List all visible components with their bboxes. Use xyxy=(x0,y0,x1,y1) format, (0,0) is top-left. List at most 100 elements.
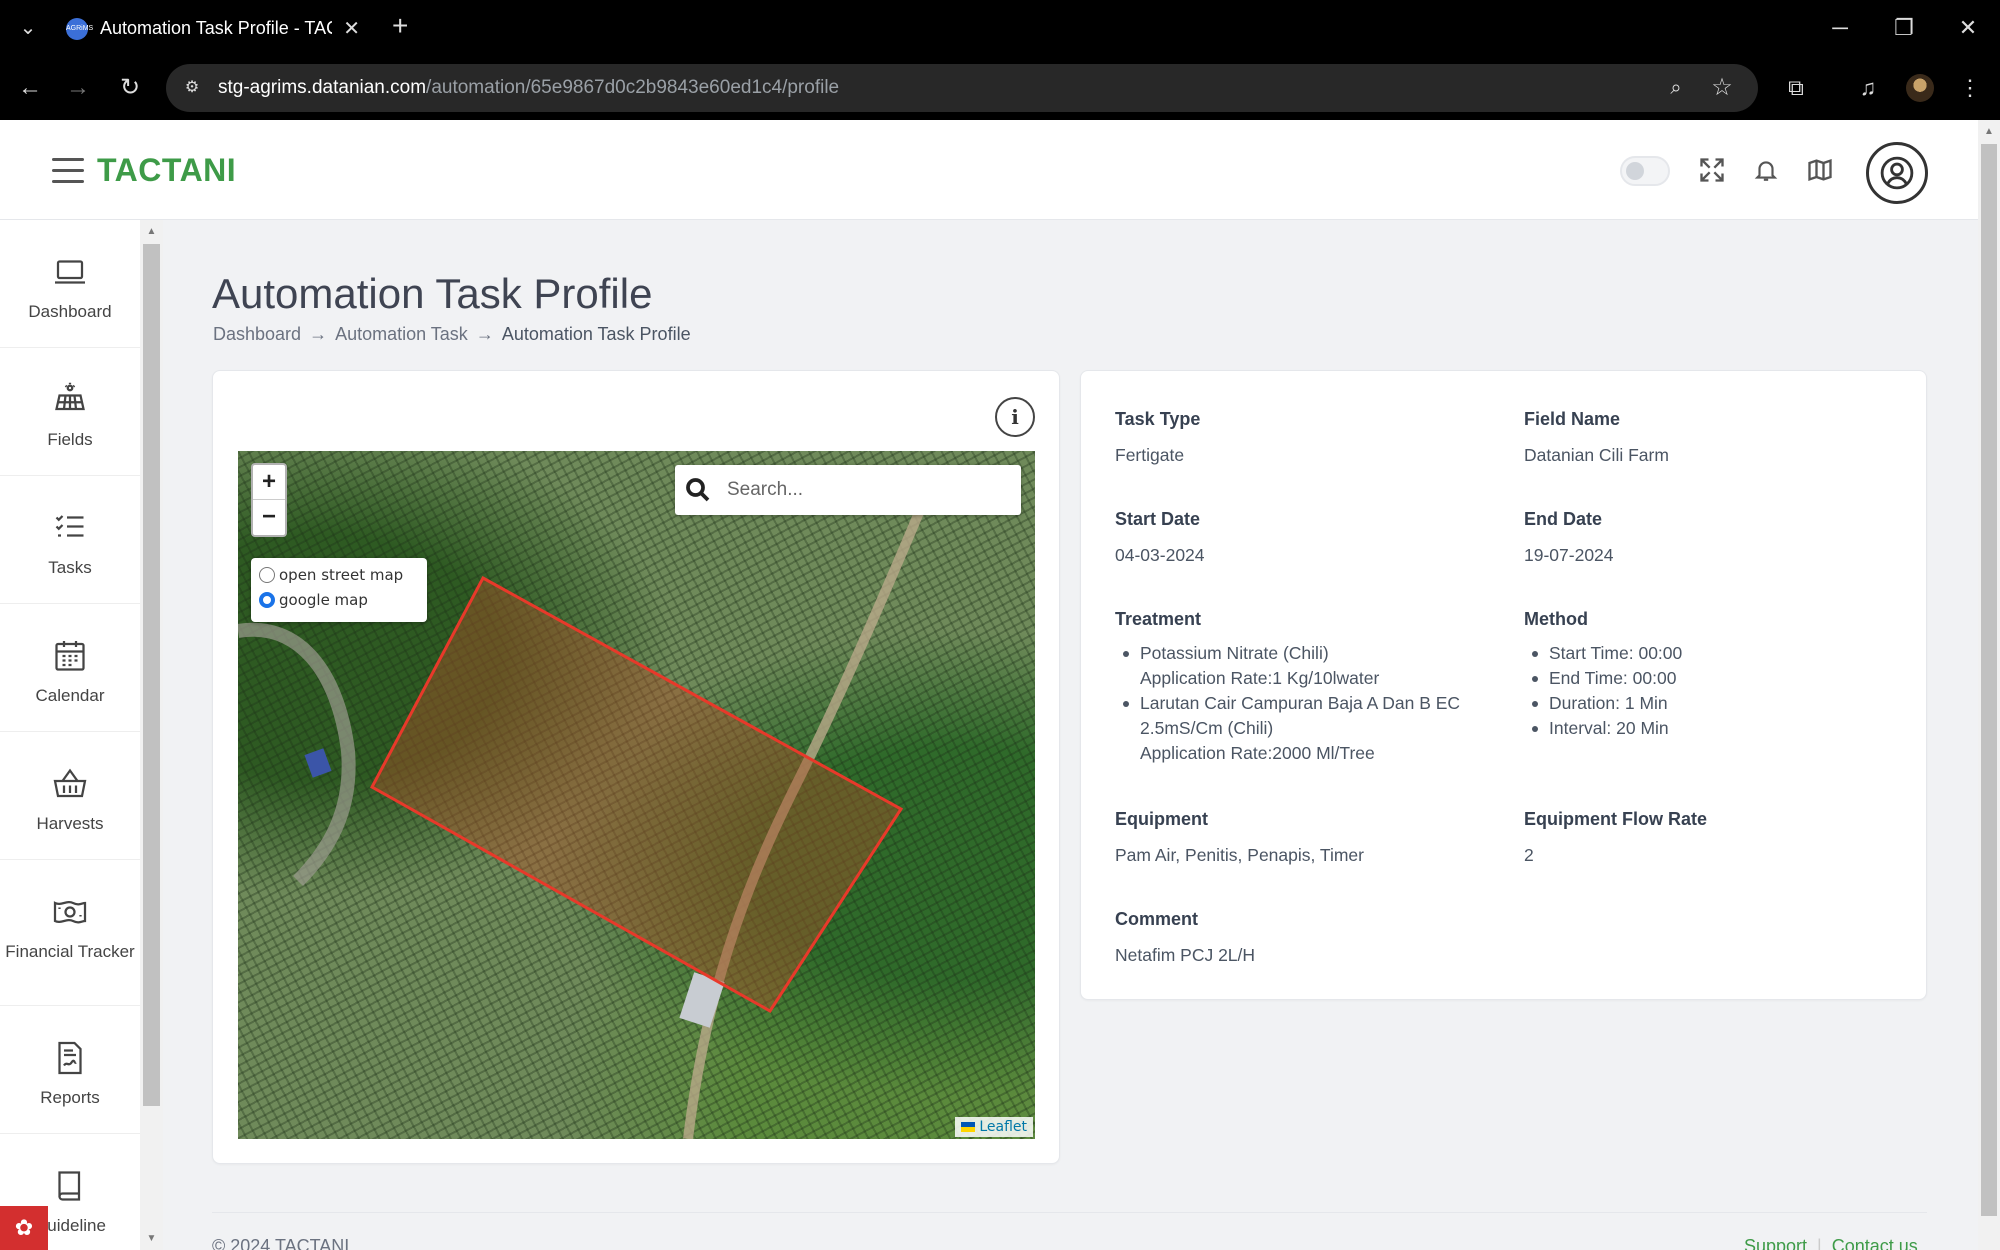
browser-tab-bar: ⌄ AGRiMS Automation Task Profile - TACTA… xyxy=(0,0,2000,56)
breadcrumb-automation-task[interactable]: Automation Task xyxy=(335,324,468,344)
scroll-up-arrow-icon[interactable]: ▲ xyxy=(1978,126,2000,137)
sidebar-item-label: Fields xyxy=(47,430,93,449)
layer-option-osm[interactable]: open street map xyxy=(259,566,403,584)
breadcrumb-arrow-icon: → xyxy=(475,324,494,344)
info-icon[interactable]: i xyxy=(995,397,1035,437)
user-avatar[interactable] xyxy=(1866,142,1928,204)
treatment-name: Larutan Cair Campuran Baja A Dan B EC xyxy=(1140,693,1461,713)
page-scroll-thumb[interactable] xyxy=(1981,144,1997,1216)
layer-label: open street map xyxy=(279,566,404,584)
sidebar-item-fields[interactable]: Fields xyxy=(0,348,140,476)
brand-logo[interactable]: TACTANI xyxy=(97,152,236,189)
sidebar-item-dashboard[interactable]: Dashboard xyxy=(0,220,140,348)
end-date-value: 19-07-2024 xyxy=(1524,545,1614,565)
equipment-value: Pam Air, Penitis, Penapis, Timer xyxy=(1115,845,1364,865)
sidebar-item-financial-tracker[interactable]: Financial Tracker xyxy=(0,860,140,1006)
building xyxy=(304,748,332,778)
leaflet-link[interactable]: Leaflet xyxy=(979,1119,1027,1135)
contact-link[interactable]: Contact us xyxy=(1832,1236,1918,1250)
map-zoom-control: + − xyxy=(251,463,287,537)
scroll-down-arrow-icon[interactable]: ▼ xyxy=(140,1233,163,1244)
debugbar-logo-icon[interactable]: ✿ xyxy=(0,1206,48,1250)
breadcrumb-arrow-icon: → xyxy=(309,324,328,344)
sidebar-item-reports[interactable]: Reports xyxy=(0,1006,140,1134)
map-search-box xyxy=(675,465,1021,515)
solar-panel-icon xyxy=(55,382,85,411)
site-info-icon[interactable]: ⚙ xyxy=(180,76,204,100)
dark-mode-toggle[interactable] xyxy=(1620,156,1670,186)
sidebar-item-tasks[interactable]: Tasks xyxy=(0,476,140,604)
sidebar-item-label: Harvests xyxy=(36,814,104,833)
zoom-magnifier-icon[interactable]: ⌕ xyxy=(1662,74,1690,102)
treatment-list: Potassium Nitrate (Chili) Application Ra… xyxy=(1115,641,1460,766)
tab-close-icon[interactable]: ✕ xyxy=(343,16,360,41)
footer-links: Support | Contact us xyxy=(1744,1236,1918,1250)
browser-menu-kebab-icon[interactable]: ⋮ xyxy=(1954,72,1986,104)
toggle-knob xyxy=(1626,162,1644,180)
flow-rate-value: 2 xyxy=(1524,845,1534,865)
sidebar-item-calendar[interactable]: Calendar xyxy=(0,604,140,732)
start-date-value: 04-03-2024 xyxy=(1115,545,1205,565)
map-icon[interactable] xyxy=(1804,156,1836,188)
bookmark-star-icon[interactable]: ☆ xyxy=(1708,74,1736,102)
laptop-icon xyxy=(55,260,85,284)
browser-profile-avatar[interactable] xyxy=(1906,74,1934,102)
reload-icon[interactable]: ↻ xyxy=(114,72,146,104)
hamburger-menu-icon[interactable] xyxy=(52,158,84,184)
treatment-name: Potassium Nitrate (Chili) xyxy=(1140,643,1329,663)
url-path: /automation/65e9867d0c2b9843e60ed1c4/pro… xyxy=(426,77,840,98)
page-scrollbar[interactable]: ▲ xyxy=(1978,120,2000,1250)
new-tab-plus-icon[interactable]: + xyxy=(392,12,408,40)
minimize-icon[interactable]: ─ xyxy=(1820,12,1860,44)
task-details-card: Task Type Fertigate Field Name Datanian … xyxy=(1080,370,1927,1000)
map-search-input[interactable] xyxy=(727,475,1007,505)
extensions-puzzle-icon[interactable]: ⧉ xyxy=(1780,72,1812,104)
method-item: Interval: 20 Min xyxy=(1524,716,1682,741)
ukraine-flag-icon xyxy=(961,1122,976,1132)
sidebar-item-harvests[interactable]: Harvests xyxy=(0,732,140,860)
task-type-label: Task Type xyxy=(1115,409,1201,429)
url-text[interactable]: stg-agrims.datanian.com/automation/65e98… xyxy=(218,77,839,99)
breadcrumb: Dashboard → Automation Task → Automation Tas… xyxy=(213,324,691,345)
forward-arrow-icon[interactable]: → xyxy=(62,72,94,104)
radio-osm[interactable] xyxy=(259,567,275,583)
browser-address-bar: ← → ↻ ⚙ stg-agrims.datanian.com/automati… xyxy=(0,56,2000,120)
url-host: stg-agrims.datanian.com xyxy=(218,77,427,98)
fullscreen-expand-icon[interactable] xyxy=(1696,156,1728,188)
restore-icon[interactable]: ❐ xyxy=(1884,12,1924,44)
money-icon xyxy=(53,901,87,924)
zoom-in-button[interactable]: + xyxy=(253,465,285,500)
notification-bell-icon[interactable] xyxy=(1750,156,1782,188)
media-control-icon[interactable]: ♫ xyxy=(1852,72,1884,104)
radio-google[interactable] xyxy=(259,592,275,608)
sidebar-scroll-thumb[interactable] xyxy=(143,244,160,1106)
sidebar-item-label: Financial Tracker xyxy=(5,942,135,961)
task-list-icon xyxy=(55,515,84,537)
field-boundary-polygon[interactable] xyxy=(369,575,904,1013)
support-link[interactable]: Support xyxy=(1744,1236,1807,1250)
search-icon xyxy=(686,478,710,502)
treatment-item: Larutan Cair Campuran Baja A Dan B EC 2.… xyxy=(1115,691,1460,766)
window-close-icon[interactable]: ✕ xyxy=(1948,12,1988,44)
book-icon xyxy=(58,1171,81,1201)
map-layer-control: open street map google map xyxy=(251,558,427,622)
url-omnibox[interactable]: ⚙ stg-agrims.datanian.com/automation/65e… xyxy=(166,64,1758,112)
back-arrow-icon[interactable]: ← xyxy=(14,72,46,104)
field-map[interactable]: + − open street map google map Leaflet xyxy=(238,451,1035,1139)
browser-tab[interactable]: AGRiMS Automation Task Profile - TACTANI… xyxy=(56,6,374,56)
calendar-icon xyxy=(55,641,85,671)
sidebar-scrollbar[interactable]: ▲ ▼ xyxy=(140,220,163,1250)
breadcrumb-dashboard[interactable]: Dashboard xyxy=(213,324,301,344)
sidebar: Dashboard Fields Tasks Calendar Harvests… xyxy=(0,220,140,1250)
method-label: Method xyxy=(1524,609,1588,629)
scroll-up-arrow-icon[interactable]: ▲ xyxy=(140,226,163,237)
treatment-label: Treatment xyxy=(1115,609,1202,629)
method-item: End Time: 00:00 xyxy=(1524,666,1682,691)
tab-search-chevron-icon[interactable]: ⌄ xyxy=(14,14,42,42)
treatment-name-cont: 2.5mS/Cm (Chili) xyxy=(1140,718,1274,738)
zoom-out-button[interactable]: − xyxy=(253,500,285,535)
layer-option-google[interactable]: google map xyxy=(259,591,368,609)
comment-value: Netafim PCJ 2L/H xyxy=(1115,945,1256,965)
footer-separator: | xyxy=(1817,1236,1822,1250)
sidebar-item-label: Tasks xyxy=(48,558,92,577)
